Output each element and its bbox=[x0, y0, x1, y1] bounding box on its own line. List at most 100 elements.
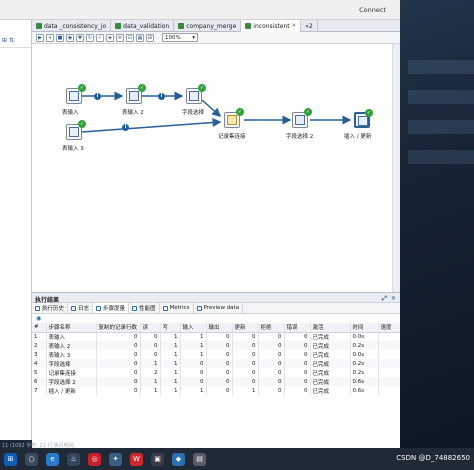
execution-results-panel: 执行结果 ⤢ ✕ 执行历史 日志 步骤度量 性能图 Metrics Preview… bbox=[32, 292, 401, 448]
replay-icon[interactable]: ↻ bbox=[86, 33, 94, 42]
tab-overflow[interactable]: »2 bbox=[301, 20, 318, 32]
tab-label: »2 bbox=[305, 22, 313, 30]
hop-line[interactable] bbox=[81, 118, 222, 133]
sql-icon[interactable]: ≡ bbox=[116, 33, 124, 42]
chart-icon bbox=[162, 305, 168, 311]
transformation-canvas[interactable]: i i i ✓ 表输入 ✓ 表输入 2 ✓ 字段选择 ✓ 表输入 3 ✓ 记录集… bbox=[32, 44, 392, 292]
canvas-toolbar: ▶ ⏸ ■ ◉ ✱ ↻ ✓ ◈ ≡ ⊡ ▦ ⊞ 100% ▾ bbox=[32, 32, 400, 44]
grid-icon[interactable]: ⊞ bbox=[146, 33, 154, 42]
stop-icon[interactable]: ■ bbox=[56, 33, 64, 42]
eye-icon[interactable]: ◉ bbox=[36, 315, 41, 322]
table-cell: 0 bbox=[96, 368, 141, 377]
tab-data-consistency[interactable]: data _consistency_jo bbox=[32, 20, 112, 32]
tab-log[interactable]: 日志 bbox=[68, 303, 94, 313]
tab-company-merge[interactable]: company_merge bbox=[174, 20, 242, 32]
step-merge-join[interactable]: ✓ bbox=[224, 108, 244, 128]
column-header[interactable]: 更新 bbox=[232, 323, 259, 333]
step-table-input-2[interactable]: ✓ bbox=[126, 84, 146, 104]
table-cell: 0 bbox=[96, 377, 141, 386]
column-header[interactable]: 拒绝 bbox=[258, 323, 285, 333]
debug-icon[interactable]: ✱ bbox=[76, 33, 84, 42]
column-header[interactable]: 步骤名称 bbox=[46, 323, 97, 333]
background-window bbox=[408, 120, 474, 134]
terminal-icon[interactable]: ▣ bbox=[151, 452, 164, 466]
table-cell: 0 bbox=[206, 359, 233, 368]
check-icon: ✓ bbox=[78, 120, 86, 128]
table-cell: 0 bbox=[180, 359, 207, 368]
hop-line[interactable] bbox=[201, 99, 222, 117]
table-cell: 0 bbox=[140, 341, 161, 350]
close-icon[interactable]: ✕ bbox=[391, 295, 396, 303]
table-input-icon bbox=[69, 91, 79, 101]
popout-icon[interactable]: ⤢ bbox=[382, 295, 387, 303]
column-header[interactable]: 速度 bbox=[378, 323, 401, 333]
column-header[interactable]: 写 bbox=[160, 323, 181, 333]
table-cell: 0 bbox=[258, 386, 285, 395]
select-values-icon bbox=[189, 91, 199, 101]
tab-metrics[interactable]: Metrics bbox=[160, 303, 194, 313]
zoom-select[interactable]: 100% ▾ bbox=[162, 33, 198, 42]
verify-icon[interactable]: ✓ bbox=[96, 33, 104, 42]
column-header[interactable]: 时间 bbox=[350, 323, 379, 333]
pause-icon[interactable]: ⏸ bbox=[46, 33, 54, 42]
table-cell: 0 bbox=[258, 350, 285, 359]
column-header[interactable]: 错误 bbox=[284, 323, 311, 333]
table-cell: 0 bbox=[96, 350, 141, 359]
run-icon[interactable]: ▶ bbox=[36, 33, 44, 42]
column-header[interactable]: 输入 bbox=[180, 323, 207, 333]
table-row[interactable]: 2 表输入 2 0 0 1 1 0 0 0 0 已完成 0.2s bbox=[32, 341, 401, 350]
tab-step-metrics[interactable]: 步骤度量 bbox=[93, 303, 130, 313]
table-row[interactable]: 4 字段选择 0 1 1 0 0 0 0 0 已完成 0.2s bbox=[32, 359, 401, 368]
tab-data-validation[interactable]: data_validation bbox=[111, 20, 175, 32]
table-row[interactable]: 6 字段选择 2 0 1 1 0 0 0 0 0 已完成 0.6s bbox=[32, 377, 401, 386]
tab-inconsistent[interactable]: inconsistent ✕ bbox=[241, 20, 302, 32]
tab-execution-history[interactable]: 执行历史 bbox=[32, 303, 69, 313]
info-icon[interactable]: i bbox=[122, 124, 129, 131]
info-icon[interactable]: i bbox=[158, 93, 165, 100]
tab-performance-graph[interactable]: 性能图 bbox=[129, 303, 160, 313]
tab-preview-data[interactable]: Preview data bbox=[194, 303, 244, 313]
table-row[interactable]: 7 插入 / 更新 0 1 1 1 0 1 0 0 已完成 0.6s bbox=[32, 386, 401, 395]
column-header[interactable]: 复制的记录行数 bbox=[96, 323, 141, 333]
app-icon[interactable]: ◆ bbox=[172, 452, 185, 466]
info-icon[interactable]: i bbox=[94, 93, 101, 100]
steam-icon[interactable]: ♨ bbox=[67, 452, 80, 466]
step-label: 表输入 bbox=[62, 110, 79, 116]
step-table-input-3[interactable]: ✓ bbox=[66, 120, 86, 140]
column-header[interactable]: 读 bbox=[140, 323, 161, 333]
preview-icon[interactable]: ◉ bbox=[66, 33, 74, 42]
table-input-icon bbox=[69, 127, 79, 137]
explore-icon[interactable]: ⊡ bbox=[126, 33, 134, 42]
tree-icon[interactable]: ⊞ bbox=[2, 37, 7, 44]
column-header[interactable]: 激活 bbox=[310, 323, 351, 333]
column-header[interactable]: # bbox=[32, 323, 47, 333]
canvas-scrollbar[interactable] bbox=[392, 44, 400, 292]
table-cell: 0.2s bbox=[350, 368, 379, 377]
table-row[interactable]: 3 表输入 3 0 0 1 1 0 0 0 0 已完成 0.0s bbox=[32, 350, 401, 359]
table-cell: 已完成 bbox=[310, 350, 351, 359]
impact-icon[interactable]: ◈ bbox=[106, 33, 114, 42]
collapse-icon[interactable]: ⇅ bbox=[9, 37, 14, 44]
connect-button[interactable]: Connect bbox=[359, 6, 386, 14]
step-insert-update[interactable]: ✓ bbox=[354, 109, 373, 128]
table-row[interactable]: 1 表输入 0 0 1 1 0 0 0 0 已完成 0.0s bbox=[32, 332, 401, 341]
tab-label: inconsistent bbox=[253, 22, 290, 30]
file-icon[interactable]: ▤ bbox=[193, 452, 206, 466]
netease-music-icon[interactable]: ◎ bbox=[88, 452, 101, 466]
align-icon[interactable]: ▦ bbox=[136, 33, 144, 42]
step-select-values[interactable]: ✓ bbox=[186, 84, 206, 104]
table-cell: 表输入 bbox=[46, 332, 97, 341]
table-row[interactable]: 5 记录集连接 0 2 1 0 0 0 0 0 已完成 0.2s bbox=[32, 368, 401, 377]
table-cell: 字段选择 bbox=[46, 359, 97, 368]
column-header[interactable]: 输出 bbox=[206, 323, 233, 333]
search-icon[interactable]: ○ bbox=[25, 452, 38, 466]
table-cell: 记录集连接 bbox=[46, 368, 97, 377]
taskbar: ⊞ ○ e ♨ ◎ ✦ W ▣ ◆ ▤ CSDN @D_74882650 bbox=[0, 448, 474, 470]
kettle-icon[interactable]: ✦ bbox=[109, 452, 122, 466]
windows-icon[interactable]: ⊞ bbox=[4, 452, 17, 466]
edge-icon[interactable]: e bbox=[46, 452, 59, 466]
wps-icon[interactable]: W bbox=[130, 452, 143, 466]
step-select-values-2[interactable]: ✓ bbox=[292, 108, 312, 128]
step-table-input-1[interactable]: ✓ bbox=[66, 84, 86, 104]
close-icon[interactable]: ✕ bbox=[292, 23, 297, 29]
